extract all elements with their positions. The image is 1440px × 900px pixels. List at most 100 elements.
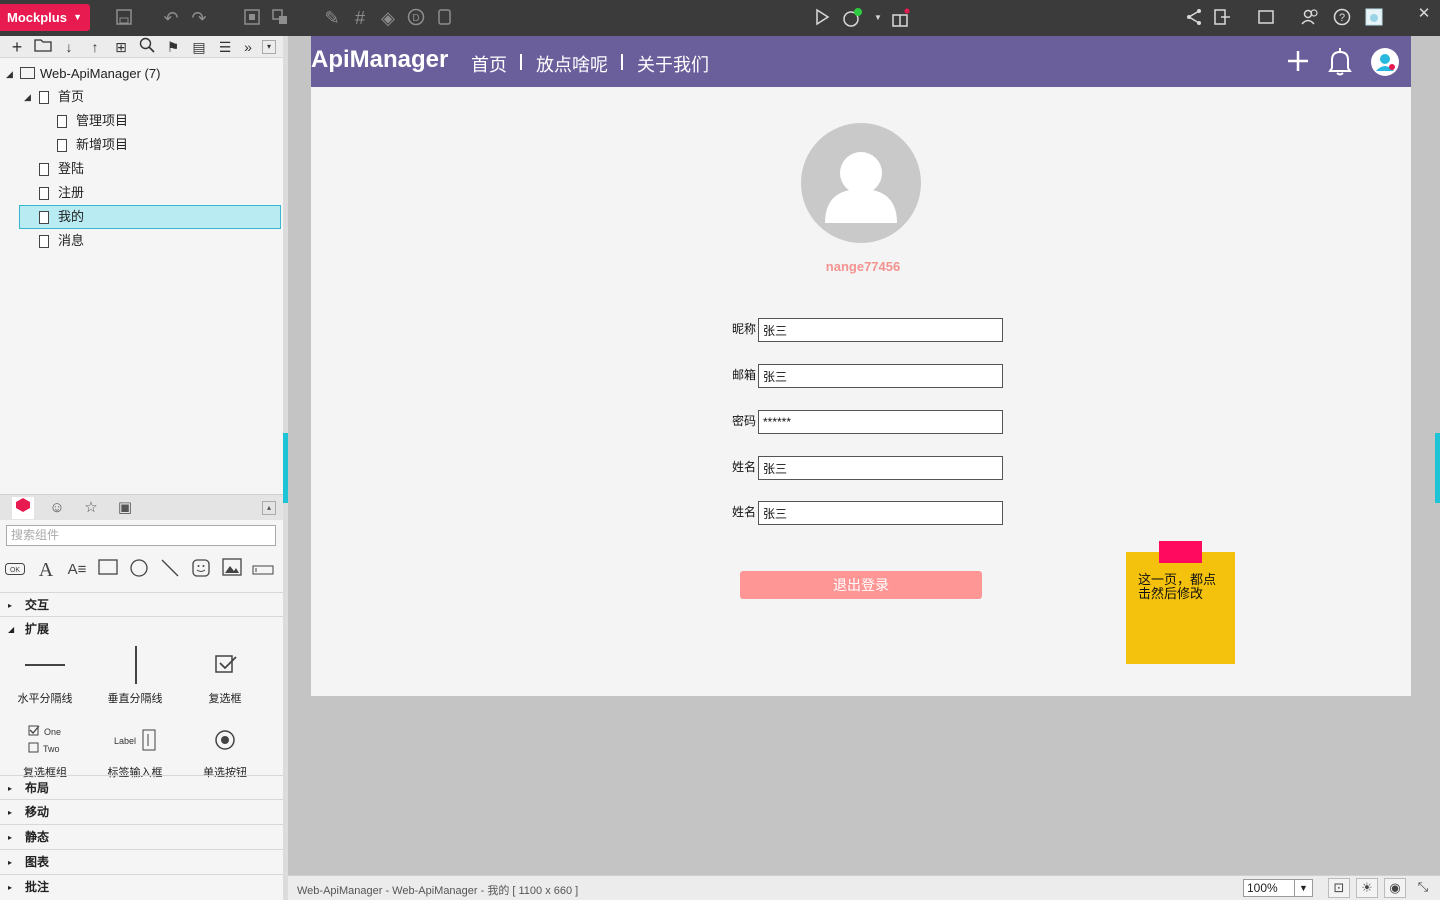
undo-icon[interactable]: ↶: [159, 6, 183, 30]
widget-vertical-divider[interactable]: 垂直分隔线: [90, 646, 180, 712]
tree-item-label: 首页: [58, 89, 85, 104]
section-mobile[interactable]: ▸ 移动: [0, 800, 283, 825]
preview-eye-icon[interactable]: ◉: [1384, 878, 1406, 898]
help-icon[interactable]: ?: [1330, 6, 1354, 30]
section-static[interactable]: ▸ 静态: [0, 825, 283, 850]
gift-icon[interactable]: [888, 6, 912, 30]
add-icon[interactable]: [1286, 48, 1310, 74]
nav-link-stuff[interactable]: 放点啥呢: [536, 51, 608, 77]
name-field-2[interactable]: [758, 501, 1003, 525]
sitemap-icon[interactable]: ⊞: [111, 37, 131, 57]
widget-checkbox[interactable]: 复选框: [180, 646, 270, 712]
sticky-note[interactable]: 这一页，都点击然后修改: [1126, 552, 1235, 664]
page-tools: + ↓ ↑ ⊞ ⚑ ▤ ☰ » ▾: [0, 36, 283, 58]
d-icon[interactable]: D: [404, 6, 428, 30]
collapse-up-icon[interactable]: ▴: [262, 501, 276, 515]
email-field[interactable]: [758, 364, 1003, 388]
collapse-icon[interactable]: ▾: [262, 40, 276, 54]
button-component-icon[interactable]: OK: [3, 558, 27, 582]
copy-page-icon[interactable]: [432, 6, 456, 30]
thumbnail-icon[interactable]: [1362, 6, 1386, 30]
password-field[interactable]: [758, 410, 1003, 434]
components-tab-icon[interactable]: [12, 497, 34, 519]
tree-item-login[interactable]: 登陆: [0, 158, 283, 180]
user-avatar-icon[interactable]: [1371, 48, 1399, 76]
share-icon[interactable]: [1182, 6, 1206, 30]
line-component-icon[interactable]: [158, 558, 182, 582]
tree-item-mine[interactable]: 我的: [0, 205, 283, 229]
group-icon[interactable]: [240, 6, 264, 30]
logout-button[interactable]: 退出登录: [740, 571, 982, 599]
expand-arrow-icon[interactable]: ◢: [24, 86, 31, 108]
redo-icon[interactable]: ↷: [187, 6, 211, 30]
move-down-icon[interactable]: ↓: [59, 37, 79, 57]
name-field[interactable]: [758, 456, 1003, 480]
right-collapse-handle[interactable]: [1435, 433, 1440, 503]
folder-icon[interactable]: [33, 37, 53, 57]
left-panel: + ↓ ↑ ⊞ ⚑ ▤ ☰ » ▾ ◢ Web-ApiManager (7) ◢…: [0, 36, 283, 900]
nav-link-home[interactable]: 首页: [471, 51, 507, 77]
export-icon[interactable]: [1210, 6, 1234, 30]
section-label: 扩展: [25, 622, 50, 636]
component-search-input[interactable]: 搜索组件: [6, 525, 276, 546]
play-icon[interactable]: [810, 6, 834, 30]
tree-item-new[interactable]: 新增项目: [0, 134, 283, 156]
widget-horizontal-divider[interactable]: 水平分隔线: [0, 646, 90, 712]
checkbox-group-icon: One Two: [28, 725, 61, 754]
tree-item-messages[interactable]: 消息: [0, 230, 283, 252]
page-icon: [57, 139, 67, 152]
resize-icon[interactable]: ⤡: [1412, 878, 1434, 898]
bell-icon[interactable]: [1327, 47, 1353, 77]
tree-item-label: 登陆: [58, 161, 85, 176]
emoji-tab-icon[interactable]: ☺: [46, 498, 68, 518]
section-extension[interactable]: ◢ 扩展: [0, 617, 283, 642]
chevron-down-icon[interactable]: ▼: [1294, 880, 1312, 896]
section-layout[interactable]: ▸ 布局: [0, 775, 283, 800]
team-icon[interactable]: [1298, 6, 1322, 30]
more-icon[interactable]: »: [238, 37, 258, 57]
navbar-brand[interactable]: ApiManager: [311, 46, 448, 74]
format-brush-icon[interactable]: ✎: [320, 6, 344, 30]
nickname-field[interactable]: [758, 318, 1003, 342]
move-up-icon[interactable]: ↑: [85, 37, 105, 57]
paragraph-component-icon[interactable]: A≡: [65, 558, 89, 582]
ungroup-icon[interactable]: [268, 6, 292, 30]
window-icon[interactable]: [1254, 6, 1278, 30]
section-chart[interactable]: ▸ 图表: [0, 850, 283, 875]
section-annotation[interactable]: ▸ 批注: [0, 875, 283, 900]
section-interaction[interactable]: ▸ 交互: [0, 592, 283, 617]
paint-bucket-icon[interactable]: ◈: [376, 6, 400, 30]
search-icon[interactable]: [137, 37, 157, 57]
tree-item-home[interactable]: ◢ 首页: [0, 86, 283, 108]
username-label: nange77456: [825, 259, 901, 274]
tree-item-manage[interactable]: 管理项目: [0, 110, 283, 132]
image-component-icon[interactable]: [220, 558, 244, 582]
add-page-icon[interactable]: +: [7, 37, 27, 57]
tree-root[interactable]: ◢ Web-ApiManager (7): [0, 63, 283, 85]
fit-screen-icon[interactable]: ⊡: [1328, 878, 1350, 898]
zoom-select[interactable]: 100% ▼: [1243, 879, 1313, 897]
save-icon[interactable]: [112, 6, 136, 30]
text-component-icon[interactable]: A: [34, 558, 58, 582]
sync-dropdown-icon[interactable]: ▼: [866, 6, 890, 30]
artboard[interactable]: ApiManager 首页 放点啥呢 关于我们 nange77456 昵称 邮箱…: [311, 36, 1411, 696]
template-tab-icon[interactable]: ▣: [114, 498, 136, 518]
list-icon[interactable]: ☰: [215, 37, 235, 57]
icon-component-icon[interactable]: [189, 558, 213, 582]
circle-component-icon[interactable]: [127, 558, 151, 582]
profile-avatar-icon[interactable]: [801, 123, 921, 243]
star-tab-icon[interactable]: ☆: [80, 498, 102, 518]
mockplus-menu-button[interactable]: Mockplus ▼: [0, 4, 90, 31]
nav-link-about[interactable]: 关于我们: [637, 51, 709, 77]
left-collapse-handle[interactable]: [283, 433, 288, 503]
stack-icon[interactable]: ▤: [189, 37, 209, 57]
close-icon[interactable]: ✕: [1412, 2, 1436, 26]
input-component-icon[interactable]: [251, 558, 275, 582]
brightness-icon[interactable]: ☀: [1356, 878, 1378, 898]
tree-item-register[interactable]: 注册: [0, 182, 283, 204]
expand-arrow-icon[interactable]: ◢: [6, 63, 13, 85]
sync-icon[interactable]: [840, 6, 864, 30]
flag-icon[interactable]: ⚑: [163, 37, 183, 57]
rectangle-component-icon[interactable]: [96, 558, 120, 582]
grid-icon[interactable]: #: [348, 6, 372, 30]
